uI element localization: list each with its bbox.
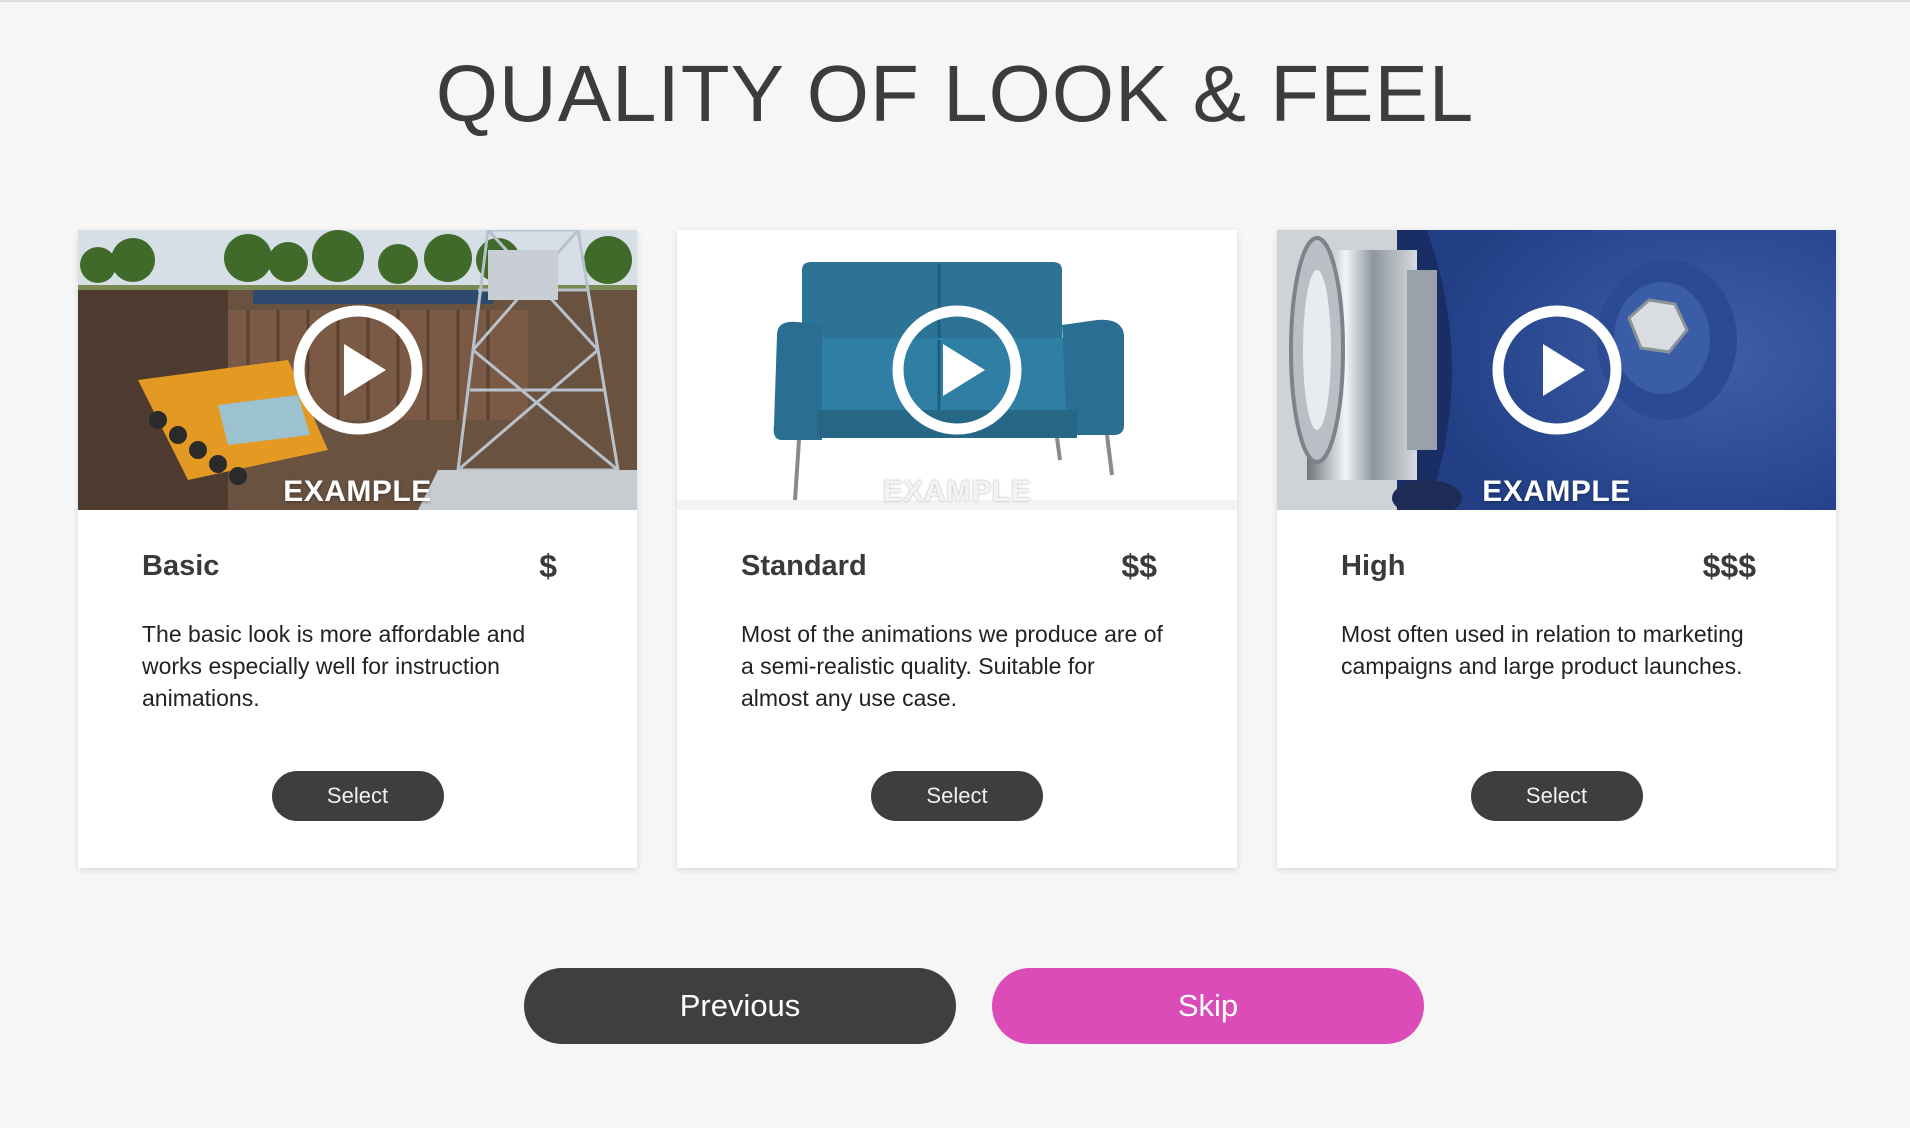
price-indicator: $ [539, 548, 557, 584]
video-thumbnail-high[interactable]: EXAMPLE [1277, 230, 1836, 510]
video-thumbnail-basic[interactable]: EXAMPLE [78, 230, 637, 510]
previous-button[interactable]: Previous [524, 968, 956, 1044]
example-label: EXAMPLE [1482, 475, 1631, 508]
price-indicator: $$$ [1702, 548, 1756, 584]
select-standard-button[interactable]: Select [871, 771, 1043, 821]
tier-description: Most often used in relation to marketing… [1341, 621, 1744, 679]
tier-name: Basic [142, 550, 220, 582]
page-title: QUALITY OF LOOK & FEEL [435, 49, 1475, 138]
select-basic-button[interactable]: Select [271, 771, 444, 821]
play-icon[interactable] [891, 304, 1023, 436]
tier-name: Standard [741, 550, 867, 582]
quality-card-high: EXAMPLE High $$$ Most often used in rela… [1277, 230, 1836, 868]
example-label: EXAMPLE [283, 475, 432, 508]
video-thumbnail-standard[interactable]: EXAMPLE [677, 230, 1237, 510]
price-indicator: $$ [1121, 548, 1157, 584]
tier-description: The basic look is more affordable and wo… [142, 621, 526, 711]
play-icon[interactable] [1491, 304, 1623, 436]
example-label: EXAMPLE [882, 475, 1032, 508]
tier-name: High [1341, 550, 1406, 582]
quality-options: EXAMPLE Basic $ The basic look is more a… [78, 230, 1836, 868]
wizard-navigation: Previous Skip [524, 968, 1424, 1044]
tier-description: Most of the animations we produce are of… [741, 621, 1163, 711]
select-high-button[interactable]: Select [1470, 771, 1643, 821]
skip-button[interactable]: Skip [992, 968, 1424, 1044]
quality-card-standard: EXAMPLE Standard $$ Most of the animatio… [677, 230, 1237, 868]
play-icon[interactable] [292, 304, 424, 436]
quality-card-basic: EXAMPLE Basic $ The basic look is more a… [78, 230, 637, 868]
